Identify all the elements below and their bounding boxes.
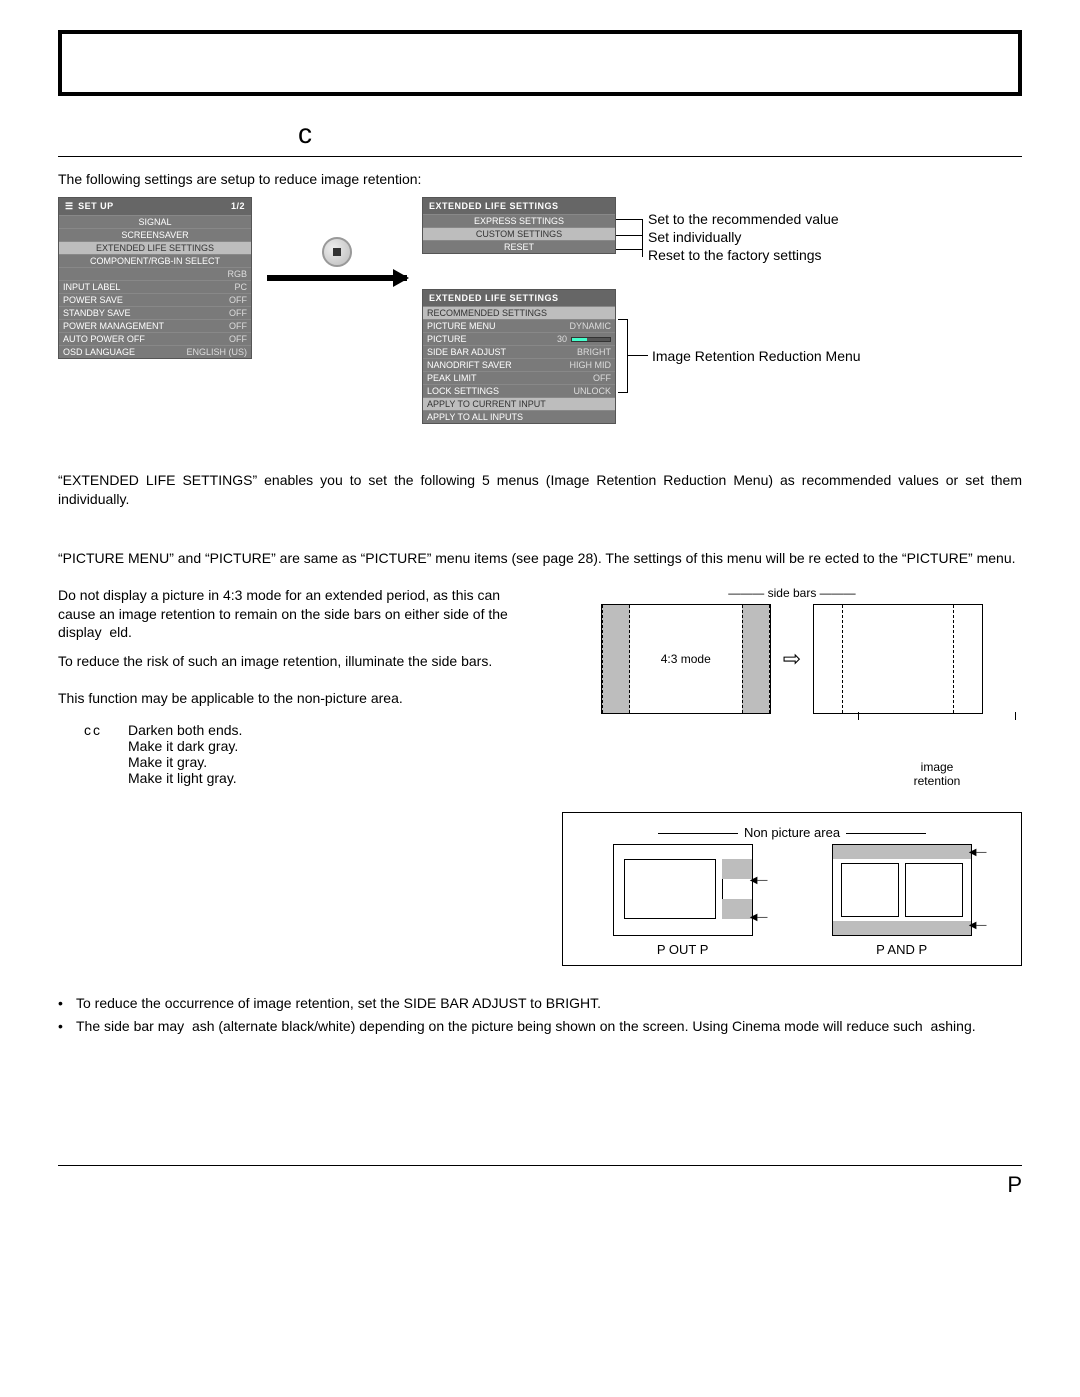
action-button-icon (322, 237, 352, 267)
screen-retention-diagram (813, 604, 983, 714)
osd-row: APPLY TO CURRENT INPUT (423, 397, 615, 410)
legend-list: ccDarken both ends. Make it dark gray. M… (58, 722, 538, 786)
leader-line (642, 219, 643, 257)
extlife-osd-2-title: EXTENDED LIFE SETTINGS (423, 290, 615, 306)
osd-row-highlight: CUSTOM SETTINGS (423, 227, 615, 240)
header-black-box (58, 30, 1022, 96)
osd-row: COMPONENT/RGB-IN SELECT (59, 254, 251, 267)
action-arrow (252, 237, 422, 281)
sidebar-para-1: Do not display a picture in 4:3 mode for… (58, 586, 538, 643)
diagrams-block: ——— side bars ——— 4:3 mode ⇨ image reten… (562, 586, 1022, 966)
right-arrow-icon: ⇨ (783, 646, 801, 672)
extlife-osd-2: EXTENDED LIFE SETTINGS RECOMMENDED SETTI… (422, 289, 616, 424)
osd-row-highlight: EXTENDED LIFE SETTINGS (59, 241, 251, 254)
callout-individually: Set individually (648, 229, 741, 245)
menus-figure: ☰ SET UP 1/2 SIGNAL SCREENSAVER EXTENDED… (58, 197, 1022, 447)
pop-label: P OUT P (657, 942, 709, 957)
osd-row: EXPRESS SETTINGS (423, 214, 615, 227)
pap-diagram: ◀—◀— (832, 844, 972, 936)
osd-row: INPUT LABELPC (59, 280, 251, 293)
notes-list: •To reduce the occurrence of image reten… (58, 994, 1022, 1036)
leader-line (628, 355, 648, 356)
osd-row: RESET (423, 240, 615, 253)
osd-row: SCREENSAVER (59, 228, 251, 241)
osd-row: PICTURE30 (423, 332, 615, 345)
callout-reset: Reset to the factory settings (648, 247, 822, 263)
osd-row: SIGNAL (59, 215, 251, 228)
section-letter: c (58, 118, 1022, 157)
osd-row: STANDBY SAVEOFF (59, 306, 251, 319)
extlife-osd-1-title: EXTENDED LIFE SETTINGS (423, 198, 615, 214)
sidebars-caption: ——— side bars ——— (562, 586, 1022, 600)
osd-row: RGB (59, 267, 251, 280)
callout-recommended: Set to the recommended value (648, 211, 839, 227)
note-2: The side bar may ash (alternate black/wh… (76, 1017, 1022, 1036)
osd-row: NANODRIFT SAVERHIGH MID (423, 358, 615, 371)
non-picture-diagram: Non picture area ◀—◀— ◀—◀— P OUT P (562, 812, 1022, 966)
setup-osd: ☰ SET UP 1/2 SIGNAL SCREENSAVER EXTENDED… (58, 197, 252, 359)
osd-row: PEAK LIMITOFF (423, 371, 615, 384)
pointer-arrows-icon: ◀—◀— (750, 875, 768, 923)
osd-row: LOCK SETTINGSUNLOCK (423, 384, 615, 397)
page-footer: P (58, 1165, 1022, 1198)
leader-line (616, 235, 642, 236)
screen-43-diagram: 4:3 mode (601, 604, 771, 714)
image-retention-caption: image retention (852, 718, 1022, 788)
osd-row: APPLY TO ALL INPUTS (423, 410, 615, 423)
picture-slider-icon (571, 337, 611, 342)
osd-row: PICTURE MENUDYNAMIC (423, 319, 615, 332)
ext-life-paragraph: “EXTENDED LIFE SETTINGS” enables you to … (58, 471, 1022, 509)
extlife-osd-1: EXTENDED LIFE SETTINGS EXPRESS SETTINGS … (422, 197, 616, 254)
pap-label: P AND P (876, 942, 927, 957)
pop-diagram: ◀—◀— (613, 844, 753, 936)
intro-text: The following settings are setup to redu… (58, 171, 1022, 187)
osd-header-row: RECOMMENDED SETTINGS (423, 306, 615, 319)
picture-paragraph: “PICTURE MENU” and “PICTURE” are same as… (58, 549, 1022, 568)
callout-irr-menu: Image Retention Reduction Menu (652, 348, 861, 364)
right-arrow-icon (267, 275, 407, 281)
osd-row: SIDE BAR ADJUSTBRIGHT (423, 345, 615, 358)
osd-row: AUTO POWER OFFOFF (59, 332, 251, 345)
setup-osd-title: ☰ SET UP 1/2 (59, 198, 251, 215)
sidebar-para-2: To reduce the risk of such an image rete… (58, 652, 538, 671)
pointer-arrows-icon: ◀—◀— (969, 847, 987, 931)
leader-line (616, 249, 642, 250)
osd-row: POWER SAVEOFF (59, 293, 251, 306)
sidebar-text-block: Do not display a picture in 4:3 mode for… (58, 586, 538, 786)
bracket-icon (618, 319, 628, 393)
osd-row: OSD LANGUAGEENGLISH (US) (59, 345, 251, 358)
osd-row: POWER MANAGEMENTOFF (59, 319, 251, 332)
non-picture-title: Non picture area (573, 825, 1011, 840)
sidebar-para-3: This function may be applicable to the n… (58, 689, 538, 708)
note-1: To reduce the occurrence of image retent… (76, 994, 1022, 1013)
leader-line (616, 219, 642, 220)
